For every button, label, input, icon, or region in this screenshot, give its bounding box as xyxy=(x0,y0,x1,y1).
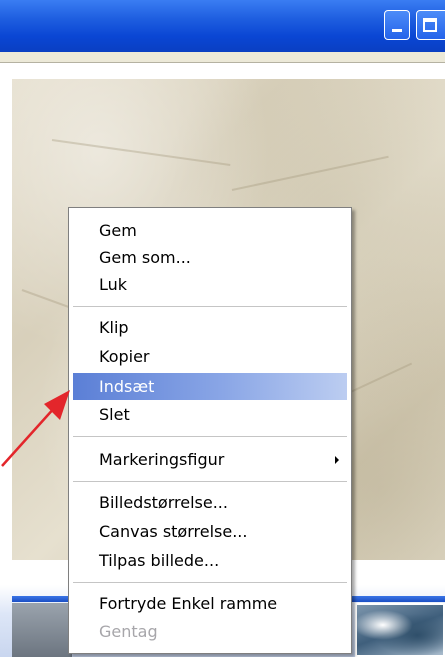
red-arrow-icon xyxy=(1,390,70,467)
menu-separator xyxy=(73,481,347,482)
menu-separator xyxy=(73,436,347,437)
menu-item-canvas-storrelse[interactable]: Canvas størrelse... xyxy=(73,518,347,545)
menu-item-markeringsfigur[interactable]: Markeringsfigur xyxy=(73,446,347,473)
menu-item-gentag: Gentag xyxy=(99,622,158,641)
thumbnail-left[interactable] xyxy=(12,603,72,657)
menu-item-gem[interactable]: Gem xyxy=(73,217,347,244)
menu-item-kopier[interactable]: Kopier xyxy=(73,343,347,370)
menu-item-fortryde[interactable]: Fortryde Enkel ramme xyxy=(73,590,347,617)
menu-item-indsaet[interactable]: Indsæt xyxy=(73,373,347,400)
maximize-button[interactable] xyxy=(416,10,445,40)
minimize-icon xyxy=(392,29,402,32)
minimize-button[interactable] xyxy=(384,10,410,40)
menu-item-luk[interactable]: Luk xyxy=(73,271,347,298)
maximize-icon xyxy=(423,18,437,32)
context-menu: Gem Gem som... Luk Klip Kopier Indsæt Sl… xyxy=(68,207,352,654)
submenu-arrow-icon xyxy=(335,456,339,464)
menu-item-label: Markeringsfigur xyxy=(99,450,225,469)
menu-item-gem-som[interactable]: Gem som... xyxy=(73,244,347,271)
menu-item-billedstorrelse[interactable]: Billedstørrelse... xyxy=(73,489,347,516)
thumbnail-right[interactable] xyxy=(355,603,445,657)
menu-separator xyxy=(73,582,347,583)
menu-item-klip[interactable]: Klip xyxy=(73,314,347,341)
window-frame-edge xyxy=(0,52,445,63)
menu-item-slet[interactable]: Slet xyxy=(73,401,347,428)
title-bar xyxy=(0,0,445,52)
menu-item-tilpas-billede[interactable]: Tilpas billede... xyxy=(73,547,347,574)
menu-separator xyxy=(73,306,347,307)
